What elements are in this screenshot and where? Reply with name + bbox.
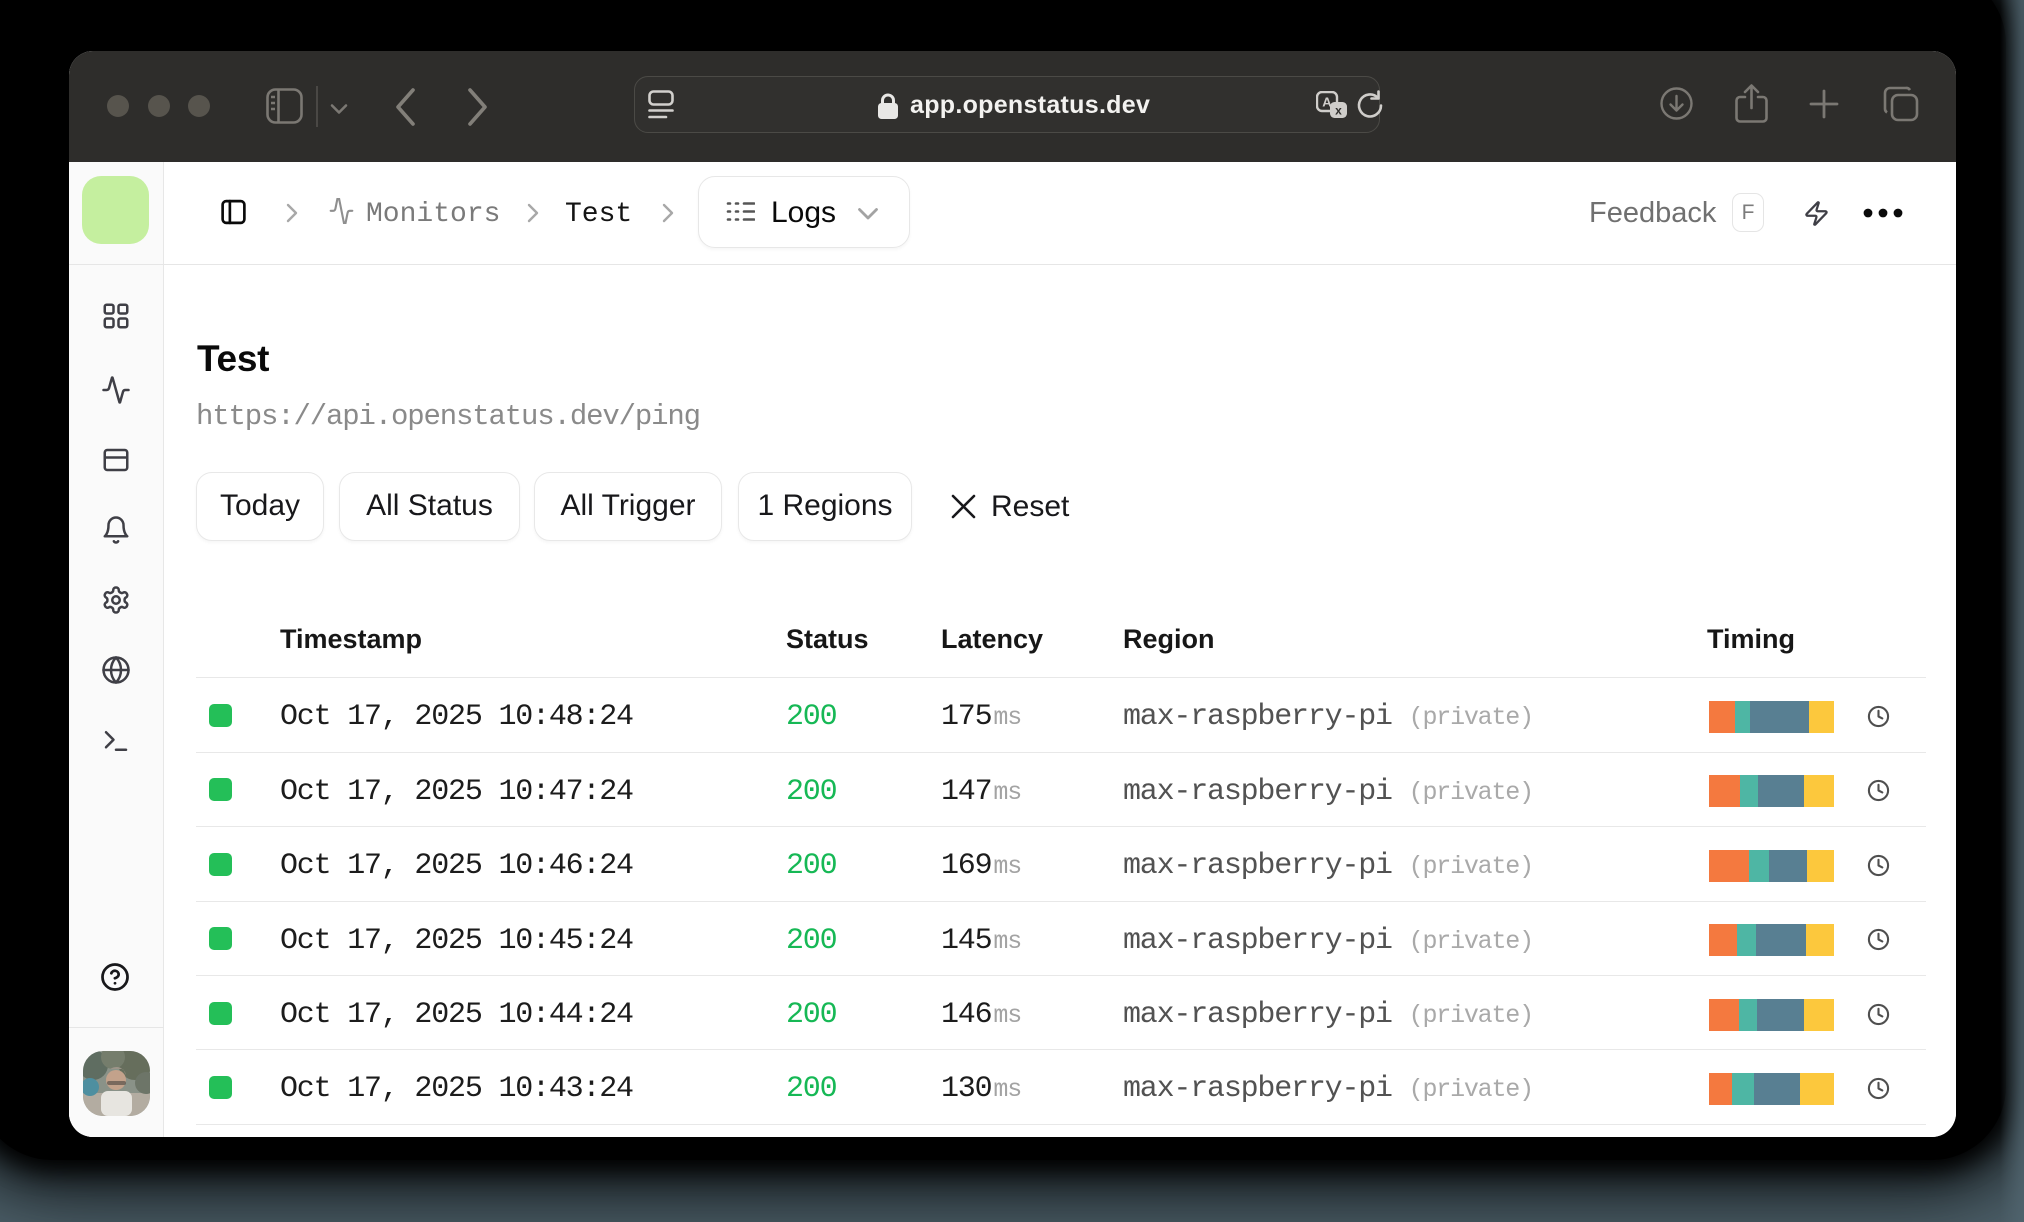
svg-text:x: x bbox=[1335, 104, 1342, 118]
